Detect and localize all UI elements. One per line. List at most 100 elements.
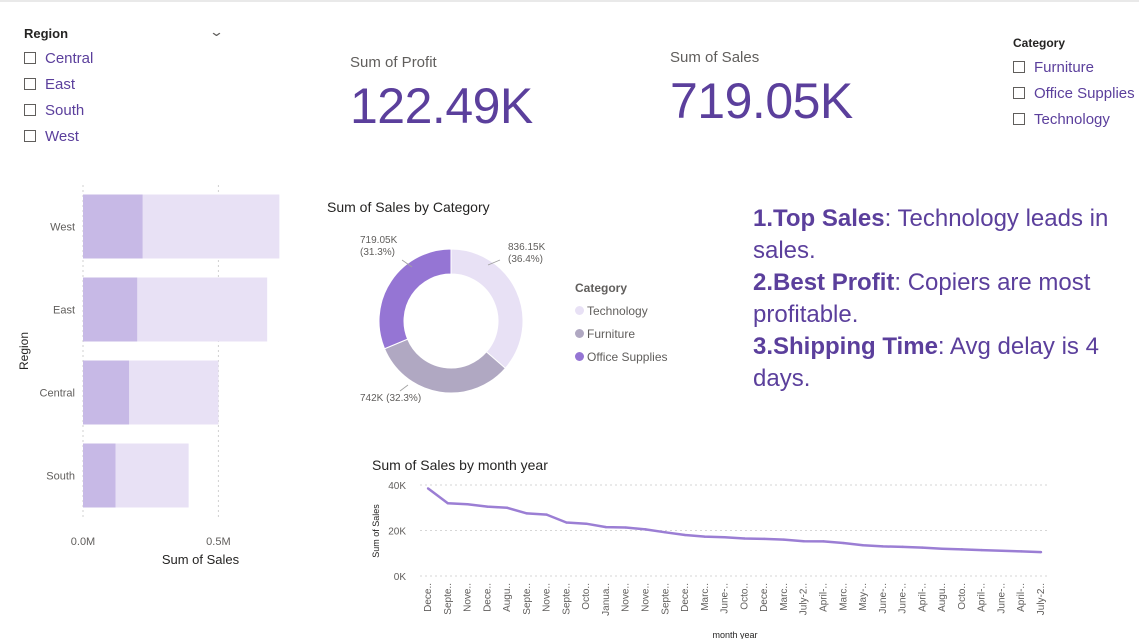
- region-slicer-item-central[interactable]: Central: [24, 45, 93, 71]
- category-slicer-item-office-supplies[interactable]: Office Supplies: [1013, 80, 1135, 106]
- bar-highlight-west[interactable]: [83, 194, 143, 259]
- line-chart-title: Sum of Sales by month year: [372, 457, 548, 473]
- insight-title: 3.Shipping Time: [753, 333, 938, 360]
- x-tick-label: Septe..: [561, 583, 572, 615]
- bar-highlight-east[interactable]: [83, 277, 138, 342]
- x-tick-label: July-2..: [799, 583, 810, 615]
- insight-title: 2.Best Profit: [753, 269, 895, 296]
- x-tick-label: 0.5M: [206, 536, 230, 548]
- insight-title: 1.Top Sales: [753, 205, 885, 232]
- legend-item-technology[interactable]: Technology: [575, 299, 668, 322]
- bar-highlight-south[interactable]: [83, 443, 116, 508]
- x-tick-label: Janua..: [601, 583, 612, 616]
- x-tick-label: Octo..: [957, 583, 968, 610]
- x-tick-label: Dece..: [482, 583, 493, 612]
- donut-data-label: 719.05K (31.3%): [360, 235, 398, 258]
- donut-data-label-line: 719.05K: [360, 235, 398, 246]
- y-tick-label: East: [53, 305, 75, 317]
- legend-marker-icon: [575, 352, 584, 361]
- chevron-down-icon[interactable]: ⌄: [209, 24, 224, 40]
- insight-3: 3.Shipping Time: Avg delay is 4 days.: [753, 331, 1123, 395]
- donut-data-label-line: 836.15K: [508, 242, 546, 253]
- region-slicer-item-label: South: [45, 101, 85, 119]
- x-tick-label: Nove..: [621, 583, 632, 612]
- x-tick-label: Dece..: [423, 583, 434, 612]
- checkbox-icon[interactable]: [1013, 87, 1025, 99]
- y-tick-label: 20K: [388, 527, 406, 538]
- checkbox-icon[interactable]: [1013, 113, 1025, 125]
- legend-marker-icon: [575, 306, 584, 315]
- checkbox-icon[interactable]: [24, 78, 36, 90]
- region-slicer: Region Central East South West: [24, 26, 93, 149]
- x-tick-label: Septe..: [522, 583, 533, 615]
- region-slicer-title: Region: [24, 26, 69, 41]
- region-slicer-item-west[interactable]: West: [24, 123, 93, 149]
- donut-legend: Category Technology Furniture Office Suppl…: [575, 281, 668, 368]
- x-tick-label: Dece..: [759, 583, 770, 612]
- insight-1: 1.Top Sales: Technology leads in sales.: [753, 203, 1123, 267]
- data-label-leader: [399, 384, 409, 392]
- region-slicer-item-east[interactable]: East: [24, 71, 93, 97]
- donut-data-label-line: 742K (32.3%): [360, 393, 421, 404]
- insights-text: 1.Top Sales: Technology leads in sales. 2…: [753, 203, 1123, 395]
- bar-highlight-central[interactable]: [83, 360, 130, 425]
- x-tick-label: Septe..: [443, 583, 454, 615]
- x-tick-label: Marc..: [779, 583, 790, 611]
- category-donut-chart: 836.15K (36.4%) 742K (32.3%) 719.05K (31.3%): [360, 235, 546, 404]
- region-slicer-item-south[interactable]: South: [24, 97, 93, 123]
- y-axis-title: Region: [17, 332, 31, 370]
- x-tick-label: Octo..: [739, 583, 750, 610]
- x-tick-label: April-..: [977, 583, 988, 612]
- category-slicer-item-technology[interactable]: Technology: [1013, 106, 1135, 132]
- donut-data-label: 836.15K (36.4%): [508, 242, 546, 265]
- x-tick-label: Marc..: [700, 583, 711, 611]
- sales-card-label: Sum of Sales: [670, 49, 760, 66]
- x-tick-label: Nove..: [641, 583, 652, 612]
- x-tick-label: Marc..: [838, 583, 849, 611]
- sales-line: [427, 487, 1042, 554]
- x-axis-title: Sum of Sales: [162, 552, 240, 567]
- donut-slice-technology[interactable]: [450, 248, 524, 369]
- x-tick-label: June-..: [878, 583, 889, 614]
- checkbox-icon[interactable]: [1013, 61, 1025, 73]
- sales-card-value: 719.05K: [670, 73, 853, 129]
- category-slicer-item-label: Technology: [1034, 110, 1110, 128]
- checkbox-icon[interactable]: [24, 104, 36, 116]
- x-tick-label: June-..: [996, 583, 1007, 614]
- monthly-sales-line-chart: 0K 20K 40K Dece.. Septe.. Nove.. Dece.. Augu.. S…: [371, 481, 1047, 639]
- x-axis-title: month year: [712, 630, 757, 639]
- profit-card-label: Sum of Profit: [350, 54, 437, 71]
- category-slicer: Category Furniture Office Supplies Technol…: [1013, 36, 1135, 132]
- x-tick-label: Nove..: [463, 583, 474, 612]
- donut-slice-furniture[interactable]: [383, 338, 507, 394]
- category-slicer-item-label: Furniture: [1034, 58, 1095, 76]
- checkbox-icon[interactable]: [24, 52, 36, 64]
- legend-item-furniture[interactable]: Furniture: [575, 322, 668, 345]
- legend-marker-icon: [575, 329, 584, 338]
- y-tick-label: 40K: [388, 481, 406, 492]
- region-slicer-item-label: West: [45, 127, 79, 145]
- region-slicer-item-label: Central: [45, 49, 94, 67]
- donut-title: Sum of Sales by Category: [327, 199, 490, 215]
- sales-card: Sum of Sales 719.05K: [670, 49, 853, 130]
- x-tick-label: April-..: [818, 583, 829, 612]
- legend-label: Technology: [587, 303, 648, 318]
- insight-2: 2.Best Profit: Copiers are most profitab…: [753, 267, 1123, 331]
- y-tick-label: Central: [40, 388, 75, 400]
- legend-label: Office Supplies: [587, 349, 668, 364]
- x-tick-label: 0.0M: [71, 536, 95, 548]
- category-slicer-item-furniture[interactable]: Furniture: [1013, 54, 1135, 80]
- x-tick-label: Augu..: [502, 583, 513, 612]
- x-tick-label: Septe..: [660, 583, 671, 615]
- x-tick-label: Dece..: [680, 583, 691, 612]
- x-tick-label: July-2..: [1036, 583, 1047, 615]
- x-tick-label: Augu..: [937, 583, 948, 612]
- donut-data-label: 742K (32.3%): [360, 393, 421, 404]
- legend-item-office-supplies[interactable]: Office Supplies: [575, 345, 668, 368]
- y-axis-title: Sum of Sales: [371, 504, 381, 558]
- donut-slice-office-supplies[interactable]: [378, 248, 452, 350]
- category-slicer-item-label: Office Supplies: [1034, 84, 1135, 102]
- checkbox-icon[interactable]: [24, 130, 36, 142]
- top-divider: [0, 0, 1139, 2]
- y-tick-label: 0K: [394, 572, 407, 583]
